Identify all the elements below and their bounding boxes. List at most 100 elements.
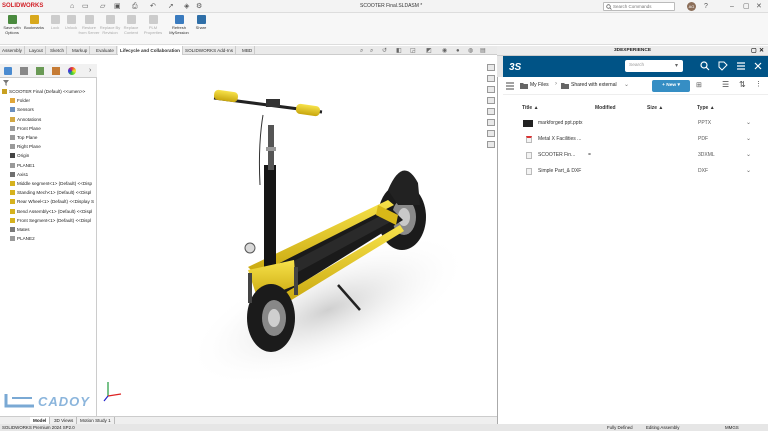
zoom-area-icon[interactable]: ⌕ xyxy=(370,48,376,54)
new-button[interactable]: + New ▾ xyxy=(652,80,690,92)
tree-item[interactable]: Middle segment<1> (Default) <<Disp xyxy=(10,180,92,189)
column-type[interactable]: Type ▲ xyxy=(697,105,715,111)
chevron-down-icon[interactable]: ⌄ xyxy=(746,132,751,147)
print-icon[interactable]: ⎙ xyxy=(132,3,139,10)
tree-item[interactable]: PLANE1 xyxy=(10,162,35,171)
featuremanager-tab-icon[interactable] xyxy=(4,67,12,75)
chevron-down-icon[interactable]: ⌄ xyxy=(746,164,751,179)
home-icon[interactable]: ⌂ xyxy=(70,3,77,10)
filter-actions-icon[interactable]: ⊞ xyxy=(696,81,702,89)
column-size[interactable]: Size ▲ xyxy=(647,105,663,111)
file-row[interactable]: Simple Part_& DXF DXF ⌄ xyxy=(505,164,765,179)
previous-view-icon[interactable]: ↺ xyxy=(382,48,388,54)
tab-solidworks-add-ins[interactable]: SOLIDWORKS Add-Ins xyxy=(183,46,236,55)
filter-row[interactable] xyxy=(0,78,97,88)
help-icon[interactable]: ? xyxy=(704,3,711,10)
tree-item[interactable]: Annotations xyxy=(10,116,41,125)
hamburger-icon[interactable] xyxy=(506,82,514,90)
view-orientation-icon[interactable]: ◲ xyxy=(410,48,416,54)
tree-item[interactable]: SCOOTER Final (Default) <<umen>> xyxy=(2,88,85,97)
task-pane-file-explorer-icon[interactable] xyxy=(487,108,495,115)
graphics-area[interactable] xyxy=(98,55,497,416)
sort-icon[interactable]: ⇅ xyxy=(739,80,746,89)
menu-icon[interactable] xyxy=(736,61,746,71)
tree-item[interactable]: Standing Mech<1> (Default) <<Displ xyxy=(10,189,91,198)
status-units[interactable]: MMGS xyxy=(725,424,739,431)
tree-item[interactable]: Origin xyxy=(10,152,29,161)
minimize-icon[interactable]: – xyxy=(730,3,737,10)
file-row[interactable]: SCOOTER Fin... ⚭ 3DXML ⌄ xyxy=(505,148,765,163)
select-icon[interactable]: ➚ xyxy=(168,3,175,10)
tab-assembly[interactable]: Assembly xyxy=(0,46,25,55)
tree-item[interactable]: Sensors xyxy=(10,106,34,115)
tree-item[interactable]: Rear Wheel<1> (Default) <<Display S xyxy=(10,198,94,207)
3ds-logo-icon[interactable]: 3S xyxy=(509,60,522,73)
chevron-right-icon[interactable]: › xyxy=(89,67,91,74)
replace-content-button[interactable]: Replace Content xyxy=(120,15,142,35)
tab-mbd[interactable]: MBD xyxy=(240,46,256,55)
task-pane-home-icon[interactable] xyxy=(487,64,495,71)
panel-close-icon[interactable]: ✕ xyxy=(759,46,764,56)
status-mode[interactable]: Editing Assembly xyxy=(646,424,679,431)
chevron-down-icon[interactable]: ⌄ xyxy=(746,116,751,131)
appearance-icon[interactable]: ● xyxy=(456,48,462,54)
save-with-options-button[interactable]: Save with Options xyxy=(1,15,23,35)
dimxpert-icon[interactable] xyxy=(52,67,60,75)
section-view-icon[interactable]: ◧ xyxy=(396,48,402,54)
scene-icon[interactable]: ◍ xyxy=(468,48,474,54)
tree-item[interactable]: Top Plane xyxy=(10,134,37,143)
task-pane-design-library-icon[interactable] xyxy=(487,97,495,104)
tree-item[interactable]: Axis1 xyxy=(10,171,28,180)
tab-layout[interactable]: Layout xyxy=(27,46,46,55)
zoom-to-fit-icon[interactable]: ⌕ xyxy=(360,48,366,54)
tree-item[interactable]: PLANE2 xyxy=(10,235,35,244)
display-style-icon[interactable]: ◩ xyxy=(426,48,432,54)
view-settings-icon[interactable]: ▤ xyxy=(480,48,486,54)
task-pane-resources-icon[interactable] xyxy=(487,86,495,93)
file-row[interactable]: Metal X Facilities ... PDF ⌄ xyxy=(505,132,765,147)
restore-from-server-button[interactable]: Restore from Server xyxy=(78,15,100,35)
options-icon[interactable]: ⚙ xyxy=(196,3,203,10)
save-icon[interactable]: ▣ xyxy=(114,3,121,10)
tree-item[interactable]: Bend Assembly<1> (Default) <<Displ xyxy=(10,208,92,217)
task-pane-view-palette-icon[interactable] xyxy=(487,119,495,126)
chevron-down-icon[interactable]: ⌄ xyxy=(746,148,751,163)
hide-show-items-icon[interactable]: ◉ xyxy=(442,48,448,54)
configuration-manager-icon[interactable] xyxy=(36,67,44,75)
column-title[interactable]: Title ▲ xyxy=(522,105,539,111)
3dx-search-input[interactable]: Search ▾ xyxy=(625,60,683,72)
close-icon[interactable]: ✕ xyxy=(756,3,763,10)
breadcrumb-shared-with-external[interactable]: Shared with external xyxy=(571,82,617,88)
propertymanager-tab-icon[interactable] xyxy=(20,67,28,75)
chevron-down-icon[interactable]: ⌄ xyxy=(624,81,629,88)
undo-icon[interactable]: ↶ xyxy=(150,3,157,10)
tree-item[interactable]: Folder xyxy=(10,97,30,106)
tab-sketch[interactable]: Sketch xyxy=(48,46,68,55)
task-pane-custom-properties-icon[interactable] xyxy=(487,141,495,148)
tab-markup[interactable]: Markup xyxy=(70,46,91,55)
breadcrumb-my-files[interactable]: My Files xyxy=(530,82,549,88)
avatar[interactable]: AG xyxy=(687,2,696,11)
refresh-mysession-button[interactable]: Refresh MySession xyxy=(166,15,192,35)
tab-evaluate[interactable]: Evaluate xyxy=(94,46,117,55)
restore-icon[interactable]: ▢ xyxy=(743,3,750,10)
more-options-icon[interactable]: ⋮ xyxy=(755,80,762,88)
3dx-search-icon[interactable] xyxy=(700,61,710,71)
share-button[interactable]: Share xyxy=(190,15,212,30)
tree-item[interactable]: Right Plane xyxy=(10,143,41,152)
pin-icon[interactable]: ▢ xyxy=(751,46,757,56)
file-row[interactable]: markforged ppt.pptx PPTX ⌄ xyxy=(505,116,765,131)
column-modified[interactable]: Modified xyxy=(595,105,616,111)
task-pane-3dexperience-icon[interactable] xyxy=(487,75,495,82)
bookmarks-button[interactable]: Bookmarks xyxy=(23,15,45,30)
chevron-down-icon[interactable]: ▾ xyxy=(675,62,678,69)
new-document-icon[interactable]: ▭ xyxy=(82,3,89,10)
tree-item[interactable]: Front Segment<1> (Default) <<Displ xyxy=(10,217,91,226)
tree-item[interactable]: Mates xyxy=(10,226,30,235)
tab-lifecycle-and-collaboration[interactable]: Lifecycle and Collaboration xyxy=(118,46,183,55)
plm-properties-button[interactable]: PLM Properties xyxy=(142,15,164,35)
display-manager-icon[interactable] xyxy=(68,67,76,75)
tree-item[interactable]: Front Plane xyxy=(10,125,41,134)
open-icon[interactable]: ▱ xyxy=(100,3,107,10)
scooter-model[interactable] xyxy=(98,55,497,416)
